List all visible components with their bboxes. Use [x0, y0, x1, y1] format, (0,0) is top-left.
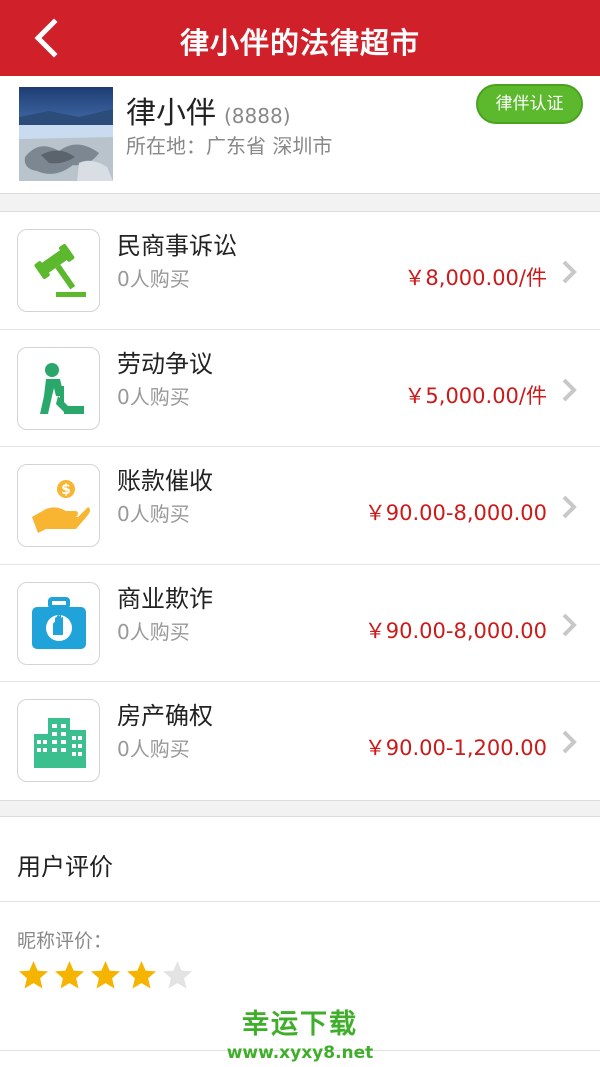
svg-text:$: $ [61, 482, 71, 498]
service-price: ￥90.00-8,000.00 [364, 501, 547, 526]
service-price: ￥90.00-1,200.00 [364, 736, 547, 761]
service-item-debt-collection[interactable]: $ 账款催收 0人购买 ￥90.00-8,000.00 [0, 447, 600, 565]
service-name: 商业欺诈 [117, 584, 213, 613]
buildings-icon [17, 699, 100, 783]
chevron-right-icon [560, 258, 578, 286]
lawyer-id: (8888) [224, 104, 291, 128]
chevron-right-icon [560, 611, 578, 639]
chevron-right-icon [560, 493, 578, 521]
chevron-right-icon [560, 728, 578, 756]
service-item-commercial-fraud[interactable]: 商业欺诈 0人购买 ￥90.00-8,000.00 [0, 565, 600, 683]
chevron-right-icon [560, 376, 578, 404]
service-item-labor-dispute[interactable]: 劳动争议 0人购买 ￥5,000.00/件 [0, 330, 600, 448]
reviews-title: 用户评价 [17, 853, 113, 881]
service-buyers: 0人购买 [117, 737, 190, 762]
service-item-property-rights[interactable]: 房产确权 0人购买 ￥90.00-1,200.00 [0, 682, 600, 800]
worker-icon [17, 346, 100, 430]
avatar [19, 87, 113, 181]
service-list: 民商事诉讼 0人购买 ￥8,000.00/件 劳动争议 0人购买 ￥5,000.… [0, 211, 600, 801]
lawyer-profile-card: 律小伴 (8888) 所在地：广东省 深圳市 律伴认证 [0, 76, 600, 194]
service-name: 民商事诉讼 [117, 232, 237, 260]
service-buyers: 0人购买 [117, 502, 190, 527]
service-item-civil-litigation[interactable]: 民商事诉讼 0人购买 ￥8,000.00/件 [0, 212, 600, 330]
money-hand-icon: $ [17, 464, 100, 548]
star-empty-icon [163, 961, 192, 989]
star-rating [17, 959, 194, 993]
service-buyers: 0人购买 [117, 267, 190, 291]
lawyer-location: 所在地：广东省 深圳市 [126, 134, 333, 158]
service-name: 房产确权 [117, 702, 213, 731]
lawyer-name-text: 律小伴 [126, 96, 216, 131]
divider [0, 901, 600, 902]
lawyer-name: 律小伴 (8888) [126, 88, 291, 132]
watermark-url: www.xyxy8.net [226, 1043, 374, 1063]
watermark: 幸运下载 www.xyxy8.net [0, 1002, 600, 1063]
service-price: ￥5,000.00/件 [404, 383, 547, 408]
service-price: ￥8,000.00/件 [404, 266, 547, 290]
service-buyers: 0人购买 [117, 384, 190, 409]
service-price: ￥90.00-8,000.00 [364, 618, 547, 643]
service-name: 账款催收 [117, 467, 213, 496]
service-buyers: 0人购买 [117, 619, 190, 644]
app-header: 律小伴的法律超市 [0, 0, 600, 76]
review-nickname-label: 昵称评价： [17, 930, 113, 952]
star-filled-icon [55, 961, 84, 989]
star-filled-icon [127, 961, 156, 989]
page-title: 律小伴的法律超市 [179, 26, 420, 60]
service-name: 劳动争议 [117, 349, 213, 378]
watermark-title: 幸运下载 [242, 1009, 358, 1040]
briefcase-hand-icon [17, 581, 100, 665]
star-filled-icon [19, 961, 48, 989]
star-filled-icon [91, 961, 120, 989]
certification-badge[interactable]: 律伴认证 [476, 84, 583, 124]
gavel-icon [17, 229, 100, 312]
